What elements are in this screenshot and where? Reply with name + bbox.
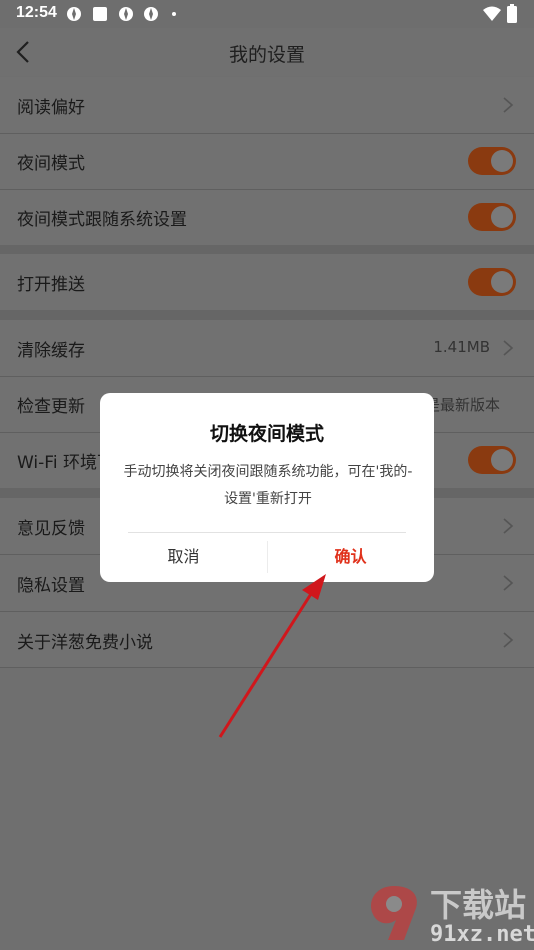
night-mode-follow-system-row: 夜间模式跟随系统设置 [0,189,534,245]
chevron-right-icon [503,632,514,648]
chevron-right-icon [503,340,514,356]
settings-group-reading: 阅读偏好 夜间模式 夜间模式跟随系统设置 [0,77,534,245]
reading-preference-row[interactable]: 阅读偏好 [0,77,534,133]
divider [0,667,534,668]
watermark-bottom-text: 91xz.net [430,922,534,947]
header-bar: 我的设置 [0,28,534,76]
watermark-top-text: 下载站 [430,886,527,924]
push-label: 打开推送 [17,275,85,295]
night-mode-dialog: 切换夜间模式 手动切换将关闭夜间跟随系统功能，可在'我的-设置'重新打开 取消 … [100,393,434,582]
page-title: 我的设置 [228,44,305,66]
night-mode-label: 夜间模式 [17,154,85,174]
status-bar: 12:54 [0,0,534,28]
settings-group-push: 打开推送 [0,254,534,310]
section-gap [0,245,534,254]
about-label: 关于洋葱免费小说 [17,633,153,653]
app-notification-icon [119,7,133,21]
privacy-label: 隐私设置 [17,576,85,596]
night-mode-toggle[interactable] [468,147,516,175]
status-time: 12:54 [16,4,57,21]
wifi-icon [483,6,501,21]
site-watermark: 下载站 91xz.net [360,880,534,948]
feedback-label: 意见反馈 [17,519,85,539]
dialog-title: 切换夜间模式 [209,423,324,445]
square-notification-icon [93,7,107,21]
clear-cache-label: 清除缓存 [17,341,85,361]
cache-size-value: 1.41MB [433,338,490,356]
wifi-toggle[interactable] [468,446,516,474]
app-notification-icon [144,7,158,21]
update-status-value: 是最新版本 [424,396,500,414]
clear-cache-row[interactable]: 清除缓存 1.41MB [0,320,534,376]
night-mode-follow-system-toggle[interactable] [468,203,516,231]
night-mode-follow-system-label: 夜间模式跟随系统设置 [17,210,187,230]
chevron-right-icon [503,97,514,113]
confirm-button[interactable]: 确认 [267,533,434,581]
push-row: 打开推送 [0,254,534,310]
toggle-knob [491,150,513,172]
toggle-knob [491,449,513,471]
check-update-label: 检查更新 [17,397,85,417]
chevron-right-icon [503,518,514,534]
app-notification-icon [67,7,81,21]
dialog-message: 手动切换将关闭夜间跟随系统功能，可在'我的-设置'重新打开 [123,464,413,507]
section-gap [0,310,534,320]
about-row[interactable]: 关于洋葱免费小说 [0,612,534,668]
watermark-logo-icon [370,886,417,940]
toggle-knob [491,206,513,228]
reading-preference-label: 阅读偏好 [17,98,85,118]
cancel-button[interactable]: 取消 [100,533,267,581]
chevron-right-icon [503,575,514,591]
battery-icon [507,4,517,23]
push-toggle[interactable] [468,268,516,296]
more-notifications-dot-icon [172,12,176,16]
toggle-knob [491,271,513,293]
night-mode-row: 夜间模式 [0,133,534,189]
